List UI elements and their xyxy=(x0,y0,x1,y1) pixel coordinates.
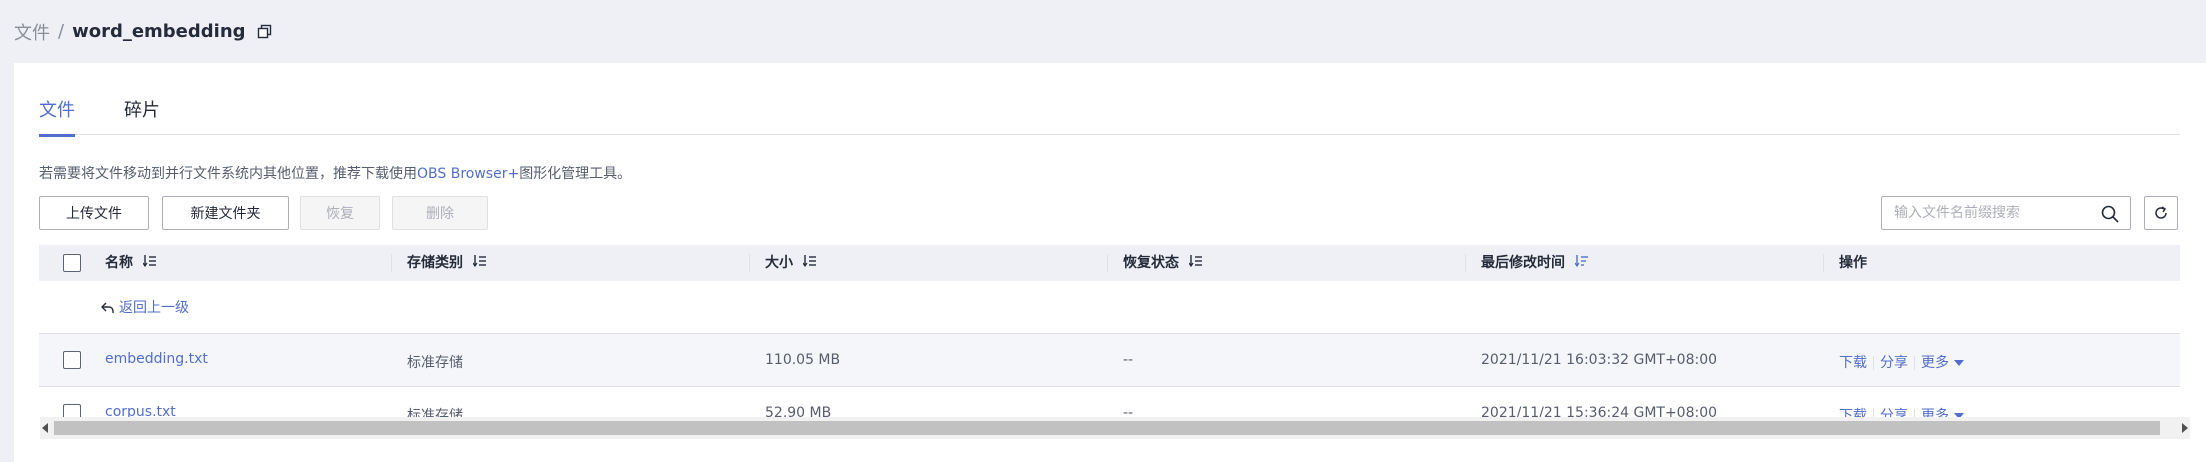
table-header: 名称 存储类别 大小 恢复状态 最后修改时间 操作 xyxy=(39,245,2180,281)
search-input[interactable] xyxy=(1894,197,2094,229)
tab-files[interactable]: 文件 xyxy=(39,96,75,137)
sort-icon[interactable] xyxy=(142,245,157,281)
row-actions: 下载 分享 更多 xyxy=(1839,352,1964,372)
back-link[interactable]: 返回上一级 xyxy=(101,297,189,317)
sort-active-icon[interactable] xyxy=(1574,245,1589,281)
search-box xyxy=(1881,196,2131,230)
download-link[interactable]: 下载 xyxy=(1839,355,1867,371)
obs-browser-link[interactable]: OBS Browser+ xyxy=(417,166,519,182)
sort-icon[interactable] xyxy=(472,245,487,281)
column-header-storage-class[interactable]: 存储类别 xyxy=(407,245,487,281)
scroll-right-arrow-icon[interactable] xyxy=(2182,423,2188,433)
size-cell: 110.05 MB xyxy=(765,352,841,368)
main-panel: 文件 碎片 若需要将文件移动到并行文件系统内其他位置，推荐下载使用OBS Bro… xyxy=(14,63,2206,462)
back-link-label: 返回上一级 xyxy=(119,300,189,316)
delete-button[interactable]: 删除 xyxy=(392,196,488,230)
tab-bar: 文件 碎片 xyxy=(39,63,2180,137)
caret-down-icon xyxy=(1954,360,1964,366)
table-row: embedding.txt 标准存储 110.05 MB -- 2021/11/… xyxy=(39,334,2180,387)
tip-text: 若需要将文件移动到并行文件系统内其他位置，推荐下载使用OBS Browser+图… xyxy=(39,163,631,183)
restore-button[interactable]: 恢复 xyxy=(300,196,380,230)
scroll-left-arrow-icon[interactable] xyxy=(42,423,48,433)
column-header-modified[interactable]: 最后修改时间 xyxy=(1481,245,1589,281)
refresh-button[interactable] xyxy=(2144,196,2178,230)
file-table: 名称 存储类别 大小 恢复状态 最后修改时间 操作 返回上一级 embeddin… xyxy=(39,245,2180,425)
more-label: 更多 xyxy=(1921,355,1949,371)
row-checkbox[interactable] xyxy=(63,351,81,369)
search-icon[interactable] xyxy=(2100,204,2120,224)
column-label: 名称 xyxy=(105,255,133,271)
column-label: 大小 xyxy=(765,255,793,271)
action-divider xyxy=(1914,356,1915,370)
horizontal-scrollbar[interactable] xyxy=(40,417,2190,439)
restore-status-cell: -- xyxy=(1123,352,1134,368)
column-header-name[interactable]: 名称 xyxy=(105,245,157,281)
copy-icon[interactable] xyxy=(256,23,274,41)
column-divider xyxy=(1107,254,1108,272)
breadcrumb-current: word_embedding xyxy=(72,21,246,42)
share-link[interactable]: 分享 xyxy=(1880,355,1908,371)
breadcrumb-separator: / xyxy=(58,21,65,42)
tip-suffix: 图形化管理工具。 xyxy=(519,166,632,182)
breadcrumb-root[interactable]: 文件 xyxy=(14,19,50,45)
upload-file-button[interactable]: 上传文件 xyxy=(39,196,149,230)
modified-cell: 2021/11/21 16:03:32 GMT+08:00 xyxy=(1481,352,1718,368)
column-header-size[interactable]: 大小 xyxy=(765,245,817,281)
column-label: 恢复状态 xyxy=(1123,255,1179,271)
tip-prefix: 若需要将文件移动到并行文件系统内其他位置，推荐下载使用 xyxy=(39,166,417,182)
column-header-actions: 操作 xyxy=(1839,255,1867,271)
column-divider xyxy=(1465,254,1466,272)
column-divider xyxy=(749,254,750,272)
back-row: 返回上一级 xyxy=(39,281,2180,334)
select-all-checkbox[interactable] xyxy=(63,254,81,272)
scrollbar-thumb[interactable] xyxy=(54,421,2160,435)
tab-fragments[interactable]: 碎片 xyxy=(124,96,160,134)
new-folder-button[interactable]: 新建文件夹 xyxy=(162,196,289,230)
sort-icon[interactable] xyxy=(1188,245,1203,281)
sort-icon[interactable] xyxy=(802,245,817,281)
column-divider xyxy=(1823,254,1824,272)
action-divider xyxy=(1873,356,1874,370)
column-divider xyxy=(391,254,392,272)
storage-class-cell: 标准存储 xyxy=(407,355,463,371)
file-name-link[interactable]: embedding.txt xyxy=(105,351,208,367)
header: 文件 / word_embedding xyxy=(0,0,2206,63)
back-arrow-icon xyxy=(101,302,114,313)
refresh-icon xyxy=(2155,206,2167,219)
column-label: 存储类别 xyxy=(407,255,463,271)
column-header-restore-status[interactable]: 恢复状态 xyxy=(1123,245,1203,281)
column-label: 最后修改时间 xyxy=(1481,255,1565,271)
more-dropdown[interactable]: 更多 xyxy=(1921,355,1964,371)
